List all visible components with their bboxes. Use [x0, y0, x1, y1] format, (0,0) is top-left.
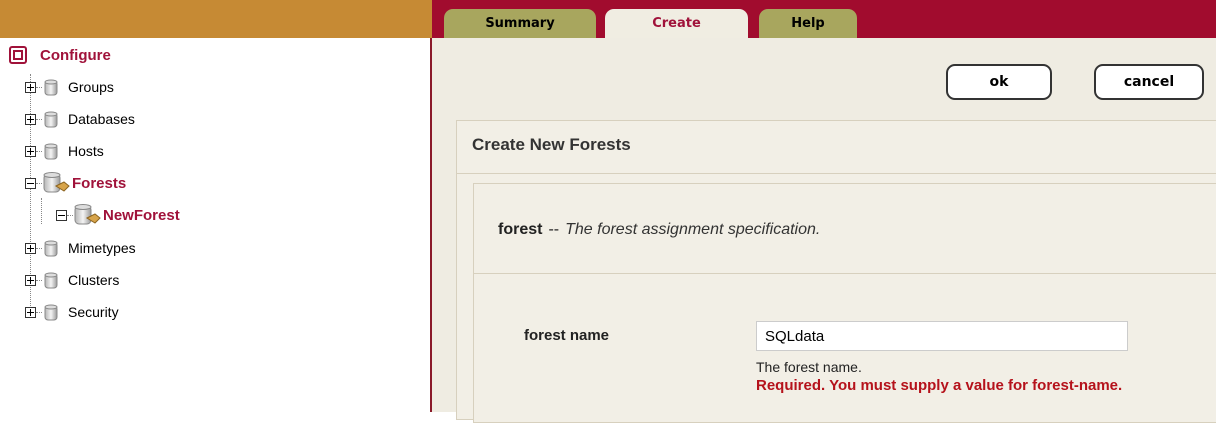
expand-icon[interactable] — [25, 113, 36, 125]
sidebar-header — [0, 0, 432, 38]
tree-root-label: Configure — [40, 46, 111, 64]
divider — [457, 173, 1216, 174]
forest-name-input[interactable] — [756, 321, 1128, 351]
forest-name-error: Required. You must supply a value for fo… — [756, 377, 1123, 394]
tree-item-mimetypes[interactable]: Mimetypes — [25, 234, 136, 262]
database-icon — [44, 304, 58, 320]
section-name: forest — [498, 221, 543, 238]
tree-item-hosts[interactable]: Hosts — [25, 137, 104, 165]
tree-item-label: Databases — [68, 111, 135, 127]
expand-icon[interactable] — [25, 242, 36, 254]
tab-create[interactable]: Create — [605, 9, 748, 38]
tree-connector-line — [41, 198, 42, 224]
database-icon — [44, 272, 58, 288]
forest-name-label: forest name — [524, 327, 610, 344]
create-forests-panel: Create New Forests forest -- The forest as… — [456, 120, 1216, 423]
tree-item-label: Clusters — [68, 272, 120, 288]
database-icon — [44, 240, 58, 256]
expand-icon[interactable] — [25, 274, 36, 286]
tree-item-label: Hosts — [68, 143, 104, 159]
tree-item-label: NewForest — [103, 206, 180, 224]
tree-item-label: Security — [68, 304, 119, 320]
tree-item-forests[interactable]: Forests — [25, 169, 126, 197]
tree-item-label: Groups — [68, 79, 114, 95]
tree-item-newforest[interactable]: NewForest — [56, 201, 180, 229]
tab-help[interactable]: Help — [759, 9, 857, 38]
tree-item-databases[interactable]: Databases — [25, 105, 135, 133]
forest-name-help: The forest name. — [756, 359, 862, 375]
divider — [474, 273, 1216, 274]
tree-item-groups[interactable]: Groups — [25, 73, 114, 101]
expand-icon[interactable] — [25, 81, 36, 93]
expand-icon[interactable] — [25, 306, 36, 318]
tree-item-clusters[interactable]: Clusters — [25, 266, 119, 294]
forest-icon — [74, 204, 101, 225]
tree-item-label: Mimetypes — [68, 240, 136, 256]
collapse-icon[interactable] — [25, 177, 36, 189]
database-icon — [44, 143, 58, 159]
panel-title: Create New Forests — [472, 135, 631, 154]
forest-section: forest -- The forest assignment specificat… — [473, 183, 1216, 423]
tab-summary[interactable]: Summary — [444, 9, 596, 38]
cancel-button[interactable]: cancel — [1094, 64, 1204, 100]
config-tree: Configure Groups Databases Hosts Forests… — [0, 38, 432, 412]
tree-item-label: Forests — [72, 174, 127, 192]
main-content: ok cancel Create New Forests forest -- The… — [432, 38, 1216, 423]
section-description: The forest assignment specification. — [565, 221, 821, 238]
forest-icon — [43, 172, 70, 193]
tree-root-configure[interactable]: Configure — [9, 41, 111, 69]
tab-bar: Summary Create Help — [432, 0, 1216, 38]
ok-button[interactable]: ok — [946, 64, 1052, 100]
tree-item-security[interactable]: Security — [25, 298, 119, 326]
database-icon — [44, 111, 58, 127]
collapse-icon[interactable] — [56, 209, 67, 221]
expand-icon[interactable] — [25, 145, 36, 157]
section-header: forest -- The forest assignment specificat… — [498, 221, 820, 239]
database-icon — [44, 79, 58, 95]
section-separator: -- — [548, 221, 560, 238]
configure-icon — [9, 46, 27, 64]
